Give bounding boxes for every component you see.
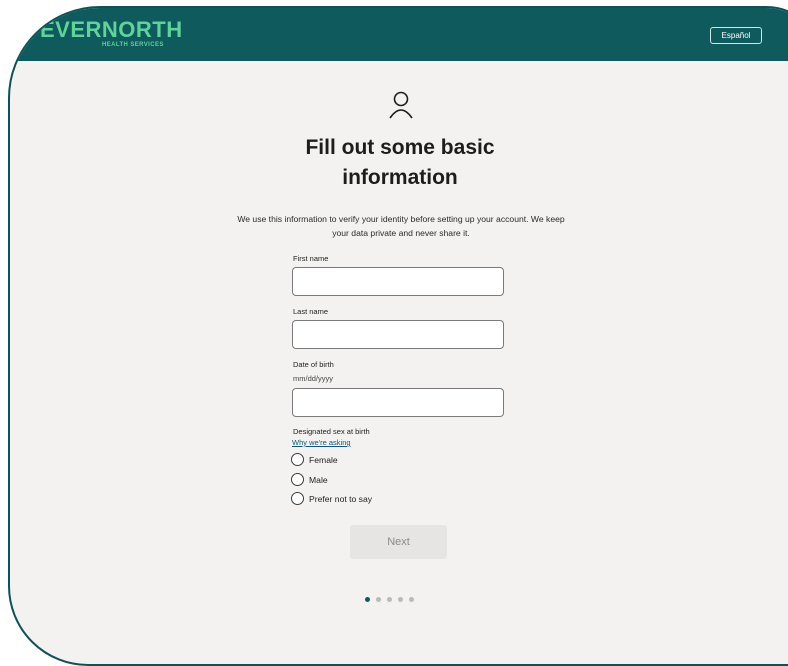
radio-female[interactable]: Female — [291, 453, 338, 466]
progress-dots — [365, 597, 414, 602]
sex-label: Designated sex at birth — [293, 427, 370, 436]
language-toggle-button[interactable]: Español — [710, 27, 762, 44]
last-name-label: Last name — [293, 307, 329, 316]
why-asking-link[interactable]: Why we're asking — [292, 438, 351, 447]
last-name-input[interactable] — [292, 320, 504, 349]
progress-dot — [376, 597, 381, 602]
dob-input[interactable] — [292, 388, 504, 417]
progress-dot — [387, 597, 392, 602]
page-title: Fill out some basic information — [250, 133, 550, 193]
radio-label-female: Female — [309, 454, 338, 465]
radio-label-prefer-not: Prefer not to say — [309, 493, 373, 504]
first-name-label: First name — [293, 254, 329, 263]
dob-format-hint: mm/dd/yyyy — [293, 374, 334, 383]
radio-button[interactable] — [291, 492, 304, 505]
page-title-line1: Fill out some basic — [305, 136, 495, 159]
header-bar: EVERNORTH HEALTH SERVICES Español — [10, 8, 788, 61]
evernorth-logo: EVERNORTH HEALTH SERVICES — [40, 17, 183, 49]
radio-prefer-not[interactable]: Prefer not to say — [291, 492, 372, 505]
logo-subtext: HEALTH SERVICES — [102, 42, 164, 48]
dob-label: Date of birth — [293, 360, 334, 369]
radio-male[interactable]: Male — [291, 473, 328, 486]
radio-button[interactable] — [291, 453, 304, 466]
radio-label-male: Male — [309, 474, 328, 485]
first-name-input[interactable] — [292, 267, 504, 296]
next-button[interactable]: Next — [350, 525, 447, 559]
app-window: EVERNORTH HEALTH SERVICES Español Fill o… — [8, 6, 788, 666]
person-icon — [389, 91, 413, 119]
progress-dot — [398, 597, 403, 602]
progress-dot — [409, 597, 414, 602]
progress-dot — [365, 597, 370, 602]
intro-text: We use this information to verify your i… — [237, 214, 565, 238]
logo-text: EVERNORTH — [40, 17, 183, 42]
page-title-line2: information — [342, 166, 458, 189]
radio-button[interactable] — [291, 473, 304, 486]
